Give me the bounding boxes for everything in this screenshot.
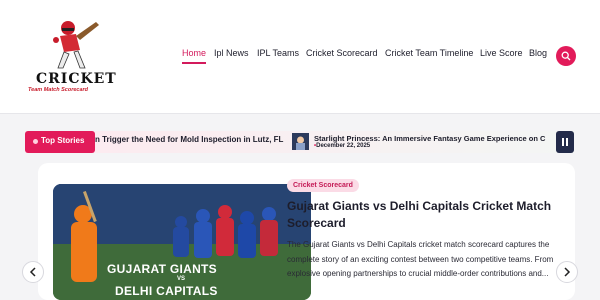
ticker-item-2-title[interactable]: Starlight Princess: An Immersive Fantasy… xyxy=(314,134,553,143)
image-team2-text: DELHI CAPITALS xyxy=(115,284,218,298)
image-vs-text: VS xyxy=(177,276,186,282)
site-logo[interactable]: Cricket Team Match Scorecard xyxy=(28,18,123,98)
article-excerpt: The Gujarat Giants vs Delhi Capitals cri… xyxy=(287,240,554,278)
image-team1-text: GUJARAT GIANTS xyxy=(107,262,217,276)
nav-active-underline xyxy=(182,62,206,64)
thumbnail-image-icon xyxy=(292,133,309,150)
cricketer-logo-icon xyxy=(53,21,99,69)
search-icon xyxy=(561,51,571,61)
nav-item-cricket-team-timeline[interactable]: Cricket Team Timeline xyxy=(385,48,473,58)
top-stories-label: Top Stories xyxy=(41,136,85,145)
nav-item-ipl-teams[interactable]: IPL Teams xyxy=(257,48,299,58)
top-stories-badge: Top Stories xyxy=(25,131,95,153)
nav-item-ipl-news[interactable]: Ipl News xyxy=(214,48,249,58)
cricket-celebration-image xyxy=(53,184,311,300)
badge-dot-icon xyxy=(33,139,38,144)
article-title[interactable]: Gujarat Giants vs Delhi Capitals Cricket… xyxy=(287,198,562,232)
ticker-pause-button[interactable] xyxy=(556,131,574,153)
slider-next-button[interactable] xyxy=(556,261,578,283)
nav-item-blog[interactable]: Blog xyxy=(529,48,547,58)
slider-prev-button[interactable] xyxy=(22,261,44,283)
logo-tagline: Team Match Scorecard xyxy=(28,87,89,93)
ticker-item-2-thumbnail[interactable] xyxy=(292,133,309,150)
search-button[interactable] xyxy=(556,46,576,66)
top-stories-ticker: Top Stories n Trigger the Need for Mold … xyxy=(25,131,574,153)
ticker-item-1-title[interactable]: n Trigger the Need for Mold Inspection i… xyxy=(95,135,285,144)
category-badge[interactable]: Cricket Scorecard xyxy=(287,179,359,192)
featured-article-card: GUJARAT GIANTS VS DELHI CAPITALS Cricket… xyxy=(38,163,575,300)
site-header: Cricket Team Match Scorecard Home Ipl Ne… xyxy=(0,0,600,114)
chevron-right-icon xyxy=(564,267,571,277)
nav-item-home[interactable]: Home xyxy=(182,48,206,58)
chevron-left-icon xyxy=(29,267,36,277)
featured-article-image[interactable]: GUJARAT GIANTS VS DELHI CAPITALS xyxy=(53,184,311,300)
nav-item-live-score[interactable]: Live Score xyxy=(480,48,523,58)
logo-wordmark: Cricket xyxy=(36,71,117,87)
ticker-item-2-date: December 22, 2025 xyxy=(314,143,370,149)
pause-icon xyxy=(562,138,564,146)
nav-item-cricket-scorecard[interactable]: Cricket Scorecard xyxy=(306,48,378,58)
